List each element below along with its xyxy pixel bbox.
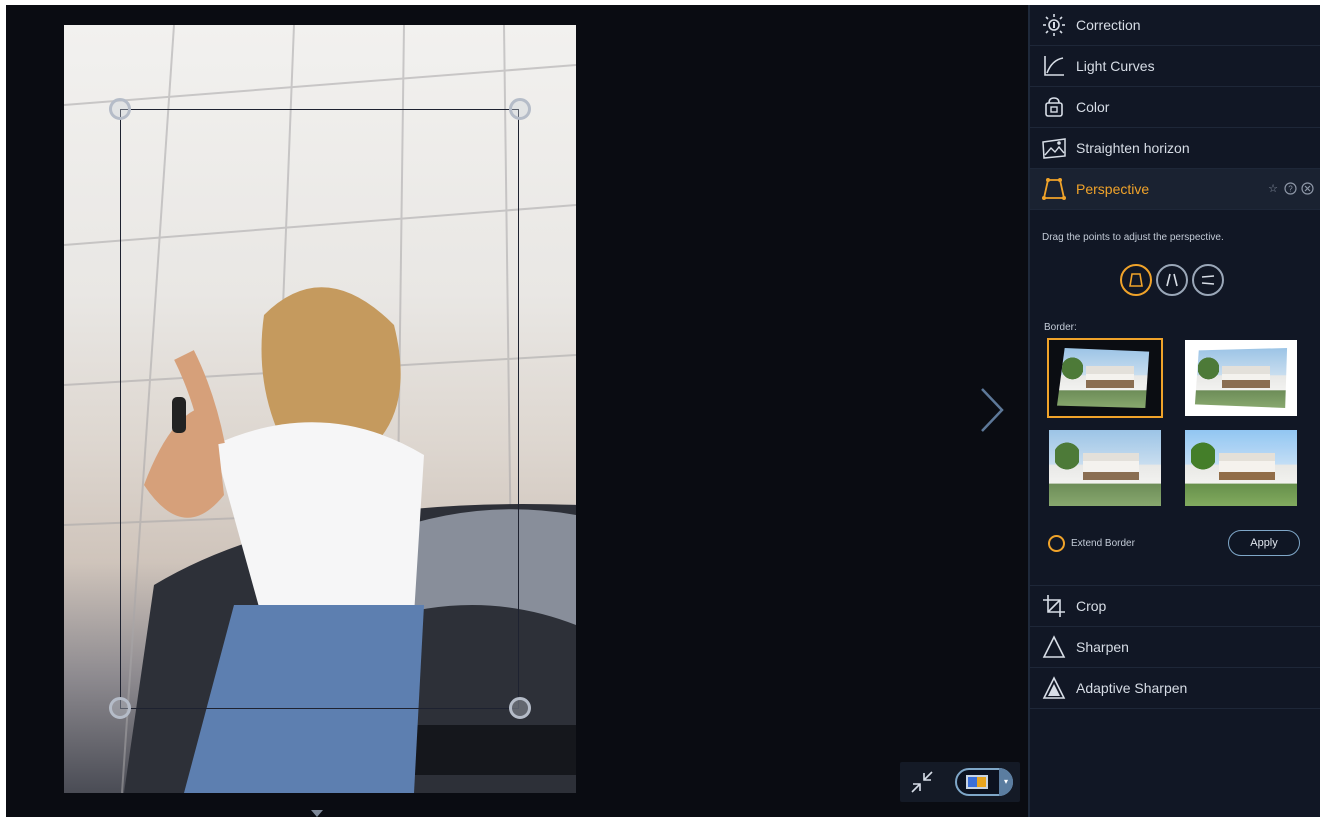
- extend-border-toggle[interactable]: Extend Border: [1048, 535, 1135, 552]
- triangle-filled-icon: [1042, 676, 1066, 700]
- border-option-mirror[interactable]: [1185, 430, 1297, 506]
- perspective-mode-group: [1120, 264, 1224, 296]
- tools-panel: Correction Light Curves Color Straighten…: [1028, 5, 1320, 817]
- trapezoid-icon: [1129, 273, 1143, 287]
- perspective-handle-top-left[interactable]: [109, 98, 131, 120]
- horizontal-lines-icon: [1201, 275, 1215, 285]
- curve-icon: [1042, 54, 1066, 78]
- tool-adaptive-sharpen[interactable]: Adaptive Sharpen: [1030, 668, 1320, 709]
- tool-label: Crop: [1076, 598, 1107, 614]
- chevron-right-icon[interactable]: [976, 385, 1006, 435]
- tool-straighten-horizon[interactable]: Straighten horizon: [1030, 128, 1320, 169]
- image-canvas[interactable]: ▾: [6, 5, 1028, 817]
- close-icon[interactable]: [1300, 181, 1314, 195]
- mode-trapezoid-button[interactable]: [1120, 264, 1152, 296]
- sun-bulb-icon: [1042, 13, 1066, 37]
- perspective-frame[interactable]: [120, 109, 519, 709]
- filmstrip-toggle-icon[interactable]: [311, 810, 323, 817]
- tool-label: Sharpen: [1076, 639, 1129, 655]
- tool-crop[interactable]: Crop: [1030, 586, 1320, 627]
- compare-view-button[interactable]: ▾: [955, 768, 1013, 796]
- landscape-icon: [1042, 136, 1066, 160]
- border-label: Border:: [1044, 322, 1077, 333]
- tool-label: Correction: [1076, 17, 1141, 33]
- tool-label: Straighten horizon: [1076, 140, 1190, 156]
- tool-perspective[interactable]: Perspective ☆ ?: [1030, 169, 1320, 210]
- perspective-icon: [1042, 177, 1066, 201]
- color-bucket-icon: [1042, 95, 1066, 119]
- mode-vertical-button[interactable]: [1156, 264, 1188, 296]
- tool-correction[interactable]: Correction: [1030, 5, 1320, 46]
- view-toolbar: ▾: [900, 762, 1020, 802]
- app-window: ▾ Correction Light Curves Color Straight…: [6, 5, 1320, 817]
- mode-horizontal-button[interactable]: [1192, 264, 1224, 296]
- star-icon[interactable]: ☆: [1266, 181, 1280, 195]
- collapse-icon[interactable]: [910, 770, 934, 794]
- perspective-hint: Drag the points to adjust the perspectiv…: [1042, 232, 1224, 243]
- split-view-icon: [966, 775, 988, 789]
- tool-color[interactable]: Color: [1030, 87, 1320, 128]
- apply-button[interactable]: Apply: [1228, 530, 1300, 556]
- vertical-lines-icon: [1166, 273, 1178, 287]
- perspective-settings: Drag the points to adjust the perspectiv…: [1030, 210, 1320, 586]
- tool-label: Light Curves: [1076, 58, 1155, 74]
- border-option-white[interactable]: [1185, 340, 1297, 416]
- radio-circle-icon: [1048, 535, 1065, 552]
- svg-text:?: ?: [1288, 184, 1293, 193]
- tool-label: Color: [1076, 99, 1110, 115]
- tool-sharpen[interactable]: Sharpen: [1030, 627, 1320, 668]
- tool-light-curves[interactable]: Light Curves: [1030, 46, 1320, 87]
- help-icon[interactable]: ?: [1283, 181, 1297, 195]
- extend-border-label: Extend Border: [1071, 538, 1135, 549]
- perspective-handle-top-right[interactable]: [509, 98, 531, 120]
- triangle-outline-icon: [1042, 635, 1066, 659]
- perspective-handle-bottom-left[interactable]: [109, 697, 131, 719]
- dropdown-arrow-icon[interactable]: ▾: [999, 768, 1013, 796]
- perspective-handle-bottom-right[interactable]: [509, 697, 531, 719]
- crop-icon: [1042, 594, 1066, 618]
- border-option-stretch[interactable]: [1049, 430, 1161, 506]
- tool-label: Adaptive Sharpen: [1076, 680, 1188, 696]
- tool-label: Perspective: [1076, 181, 1150, 197]
- border-option-black[interactable]: [1047, 338, 1163, 418]
